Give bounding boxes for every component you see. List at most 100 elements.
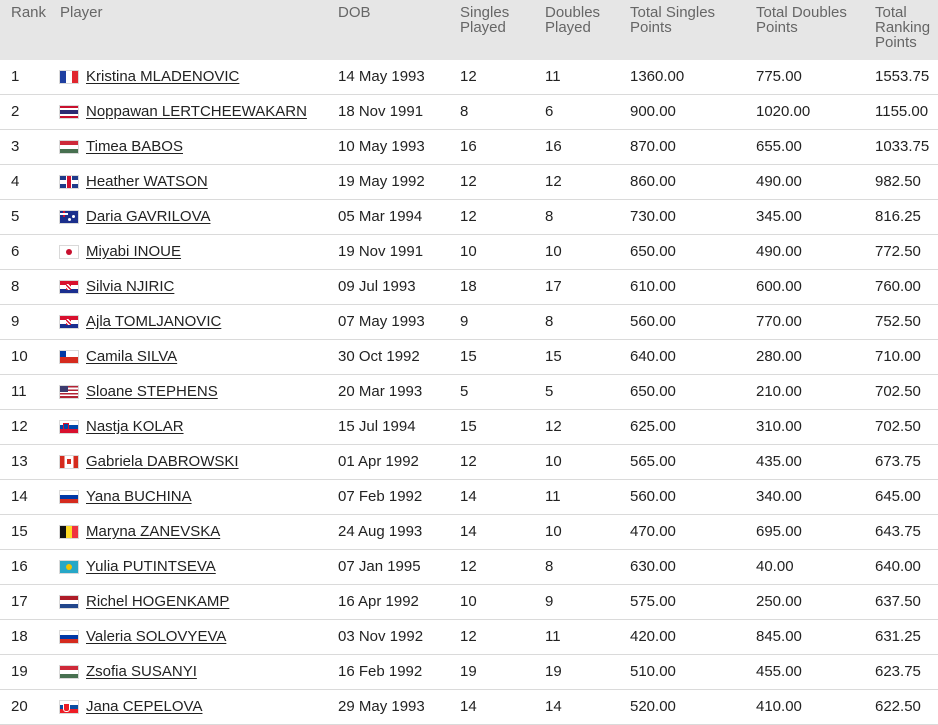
singles-played-cell: 15 (460, 339, 545, 375)
dob-cell: 03 Nov 1992 (338, 619, 460, 655)
doubles-played-cell: 8 (545, 199, 630, 235)
doubles-played-cell: 19 (545, 654, 630, 690)
rank-cell: 5 (0, 199, 49, 235)
singles-played-cell: 12 (460, 444, 545, 480)
player-name-link[interactable]: Timea BABOS (86, 138, 183, 155)
singles-played-cell: 18 (460, 269, 545, 305)
player-name-link[interactable]: Jana CEPELOVA (86, 698, 202, 715)
hungary-flag-icon (60, 140, 78, 153)
total-singles-cell: 560.00 (630, 479, 756, 515)
header-total-ranking: Total Ranking Points (875, 0, 938, 60)
player-name-link[interactable]: Valeria SOLOVYEVA (86, 628, 226, 645)
dob-cell: 30 Oct 1992 (338, 339, 460, 375)
header-doubles-played: Doubles Played (545, 0, 630, 60)
total-doubles-cell: 845.00 (756, 619, 875, 655)
table-row: 17 Richel HOGENKAMP 16 Apr 1992 10 9 575… (0, 584, 938, 620)
singles-played-cell: 12 (460, 619, 545, 655)
table-row: 12 Nastja KOLAR 15 Jul 1994 15 12 625.00… (0, 409, 938, 445)
table-row: 4 Heather WATSON 19 May 1992 12 12 860.0… (0, 164, 938, 200)
croatia-flag-icon (60, 280, 78, 293)
total-doubles-cell: 490.00 (756, 234, 875, 270)
total-doubles-cell: 280.00 (756, 339, 875, 375)
player-name-link[interactable]: Maryna ZANEVSKA (86, 523, 220, 540)
table-body: 1 Kristina MLADENOVIC 14 May 1993 12 11 … (0, 60, 938, 725)
total-ranking-cell: 645.00 (875, 479, 938, 515)
total-singles-cell: 420.00 (630, 619, 756, 655)
player-name-link[interactable]: Miyabi INOUE (86, 243, 181, 260)
total-ranking-cell: 637.50 (875, 584, 938, 620)
doubles-played-cell: 12 (545, 164, 630, 200)
player-cell: Jana CEPELOVA (49, 689, 338, 725)
player-name-link[interactable]: Yulia PUTINTSEVA (86, 558, 216, 575)
table-row: 9 Ajla TOMLJANOVIC 07 May 1993 9 8 560.0… (0, 304, 938, 340)
total-doubles-cell: 600.00 (756, 269, 875, 305)
total-doubles-cell: 775.00 (756, 60, 875, 95)
total-singles-cell: 650.00 (630, 234, 756, 270)
total-doubles-cell: 250.00 (756, 584, 875, 620)
player-name-link[interactable]: Daria GAVRILOVA (86, 208, 210, 225)
table-row: 1 Kristina MLADENOVIC 14 May 1993 12 11 … (0, 60, 938, 95)
player-name-link[interactable]: Heather WATSON (86, 173, 208, 190)
total-singles-cell: 470.00 (630, 514, 756, 550)
player-name-link[interactable]: Silvia NJIRIC (86, 278, 174, 295)
doubles-played-cell: 8 (545, 549, 630, 585)
singles-played-cell: 14 (460, 514, 545, 550)
player-name-link[interactable]: Camila SILVA (86, 348, 177, 365)
rankings-table: Rank Player DOB Singles Played Doubles P… (0, 0, 938, 725)
player-name-link[interactable]: Gabriela DABROWSKI (86, 453, 239, 470)
total-singles-cell: 730.00 (630, 199, 756, 235)
total-ranking-cell: 622.50 (875, 689, 938, 725)
doubles-played-cell: 11 (545, 60, 630, 95)
doubles-played-cell: 11 (545, 619, 630, 655)
player-name-link[interactable]: Richel HOGENKAMP (86, 593, 229, 610)
player-name-link[interactable]: Nastja KOLAR (86, 418, 184, 435)
singles-played-cell: 9 (460, 304, 545, 340)
player-name-link[interactable]: Sloane STEPHENS (86, 383, 218, 400)
table-row: 18 Valeria SOLOVYEVA 03 Nov 1992 12 11 4… (0, 619, 938, 655)
total-doubles-cell: 655.00 (756, 129, 875, 165)
total-ranking-cell: 1033.75 (875, 129, 938, 165)
total-ranking-cell: 816.25 (875, 199, 938, 235)
rank-cell: 12 (0, 409, 49, 445)
singles-played-cell: 10 (460, 584, 545, 620)
dob-cell: 07 Feb 1992 (338, 479, 460, 515)
player-name-link[interactable]: Noppawan LERTCHEEWAKARN (86, 103, 307, 120)
dob-cell: 19 May 1992 (338, 164, 460, 200)
doubles-played-cell: 9 (545, 584, 630, 620)
player-cell: Gabriela DABROWSKI (49, 444, 338, 480)
total-singles-cell: 560.00 (630, 304, 756, 340)
doubles-played-cell: 17 (545, 269, 630, 305)
rank-cell: 19 (0, 654, 49, 690)
header-total-singles: Total Singles Points (630, 0, 756, 60)
header-total-doubles-label: Total Doubles Points (756, 4, 847, 36)
dob-cell: 09 Jul 1993 (338, 269, 460, 305)
rank-cell: 11 (0, 374, 49, 410)
doubles-played-cell: 15 (545, 339, 630, 375)
header-total-singles-label: Total Singles Points (630, 4, 716, 36)
player-name-link[interactable]: Kristina MLADENOVIC (86, 68, 239, 85)
rank-cell: 20 (0, 689, 49, 725)
chile-flag-icon (60, 350, 78, 363)
singles-played-cell: 15 (460, 409, 545, 445)
total-doubles-cell: 210.00 (756, 374, 875, 410)
doubles-played-cell: 12 (545, 409, 630, 445)
dob-cell: 10 May 1993 (338, 129, 460, 165)
total-singles-cell: 900.00 (630, 94, 756, 130)
header-rank-label: Rank (11, 4, 47, 21)
player-name-link[interactable]: Zsofia SUSANYI (86, 663, 197, 680)
rank-cell: 3 (0, 129, 49, 165)
total-ranking-cell: 752.50 (875, 304, 938, 340)
player-cell: Yana BUCHINA (49, 479, 338, 515)
player-name-link[interactable]: Ajla TOMLJANOVIC (86, 313, 221, 330)
netherlands-flag-icon (60, 595, 78, 608)
total-ranking-cell: 673.75 (875, 444, 938, 480)
total-ranking-cell: 1553.75 (875, 60, 938, 95)
header-singles-played: Singles Played (460, 0, 545, 60)
total-ranking-cell: 631.25 (875, 619, 938, 655)
doubles-played-cell: 11 (545, 479, 630, 515)
player-cell: Timea BABOS (49, 129, 338, 165)
header-doubles-played-label: Doubles Played (545, 4, 601, 36)
player-cell: Camila SILVA (49, 339, 338, 375)
player-name-link[interactable]: Yana BUCHINA (86, 488, 192, 505)
total-singles-cell: 520.00 (630, 689, 756, 725)
